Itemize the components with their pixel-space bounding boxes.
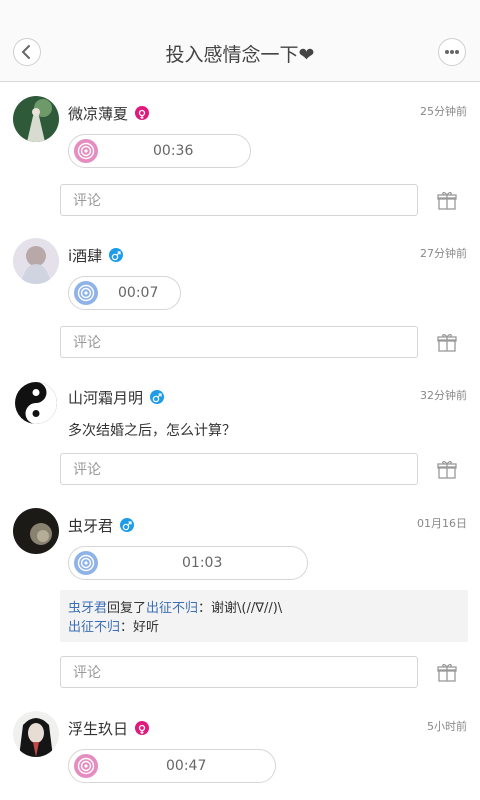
female-icon	[135, 106, 150, 120]
top-bar: 投入感情念一下❤	[0, 0, 480, 82]
post-text: 多次结婚之后，怎么计算？	[68, 423, 236, 439]
male-icon	[150, 390, 165, 404]
reply-from-user[interactable]: 虫牙君	[68, 601, 107, 616]
avatar[interactable]	[13, 711, 59, 757]
username[interactable]: 微凉薄夏	[68, 103, 128, 124]
user-info: 浮生玖日	[68, 717, 150, 739]
more-button[interactable]	[438, 38, 466, 66]
comment-input[interactable]	[71, 657, 405, 689]
post-time: 32分钟前	[420, 389, 467, 402]
username[interactable]: 浮生玖日	[68, 718, 128, 739]
comment-field[interactable]	[60, 326, 418, 359]
more-dots-icon	[445, 50, 459, 54]
avatar[interactable]	[13, 238, 59, 284]
reply-item: 出征不归：好听	[68, 618, 460, 637]
voice-play-icon	[74, 139, 98, 163]
user-info: 微凉薄夏	[68, 102, 150, 124]
voice-duration: 01:03	[182, 555, 223, 571]
male-icon	[120, 518, 135, 532]
voice-message[interactable]: 01:03	[68, 546, 308, 580]
comment-input[interactable]	[71, 327, 405, 359]
post-time: 5小时前	[427, 720, 467, 733]
voice-message[interactable]: 00:07	[68, 276, 181, 310]
male-icon	[109, 248, 124, 262]
user-info: 山河霜月明	[68, 386, 165, 408]
reply-item: 虫牙君回复了出征不归：谢谢\(//∇//)\	[68, 599, 460, 618]
voice-duration: 00:36	[153, 143, 194, 159]
post-time: 01月16日	[417, 517, 467, 530]
gift-icon[interactable]	[436, 332, 458, 354]
comment-field[interactable]	[60, 184, 418, 217]
voice-message[interactable]: 00:36	[68, 134, 251, 168]
voice-play-icon	[74, 551, 98, 575]
voice-play-icon	[74, 754, 98, 778]
avatar[interactable]	[13, 96, 59, 142]
reply-text: ：好听	[120, 620, 160, 635]
reply-to-user[interactable]: 出征不归	[146, 601, 198, 616]
page-title: 投入感情念一下❤	[165, 44, 315, 66]
reply-verb: 回复了	[107, 601, 147, 616]
voice-duration: 00:47	[166, 758, 207, 774]
comment-field[interactable]	[60, 453, 418, 486]
reply-list: 虫牙君回复了出征不归：谢谢\(//∇//)\ 出征不归：好听	[60, 590, 468, 642]
avatar[interactable]	[13, 380, 59, 426]
voice-message[interactable]: 00:47	[68, 749, 276, 783]
voice-duration: 00:07	[118, 285, 159, 301]
user-info: i酒肆	[68, 244, 124, 266]
username[interactable]: 山河霜月明	[68, 387, 143, 408]
comment-field[interactable]	[60, 656, 418, 689]
voice-play-icon	[74, 281, 98, 305]
gift-icon[interactable]	[436, 459, 458, 481]
gift-icon[interactable]	[436, 662, 458, 684]
avatar[interactable]	[13, 508, 59, 554]
gift-icon[interactable]	[436, 190, 458, 212]
reply-text: ：谢谢\(//∇//)\	[198, 601, 283, 616]
comment-input[interactable]	[71, 454, 405, 486]
reply-from-user[interactable]: 出征不归	[68, 620, 120, 635]
username[interactable]: 虫牙君	[68, 515, 113, 536]
female-icon	[135, 721, 150, 735]
comment-input[interactable]	[71, 185, 405, 217]
username[interactable]: i酒肆	[68, 245, 102, 266]
user-info: 虫牙君	[68, 514, 135, 536]
post-time: 27分钟前	[420, 247, 467, 260]
post-time: 25分钟前	[420, 105, 467, 118]
